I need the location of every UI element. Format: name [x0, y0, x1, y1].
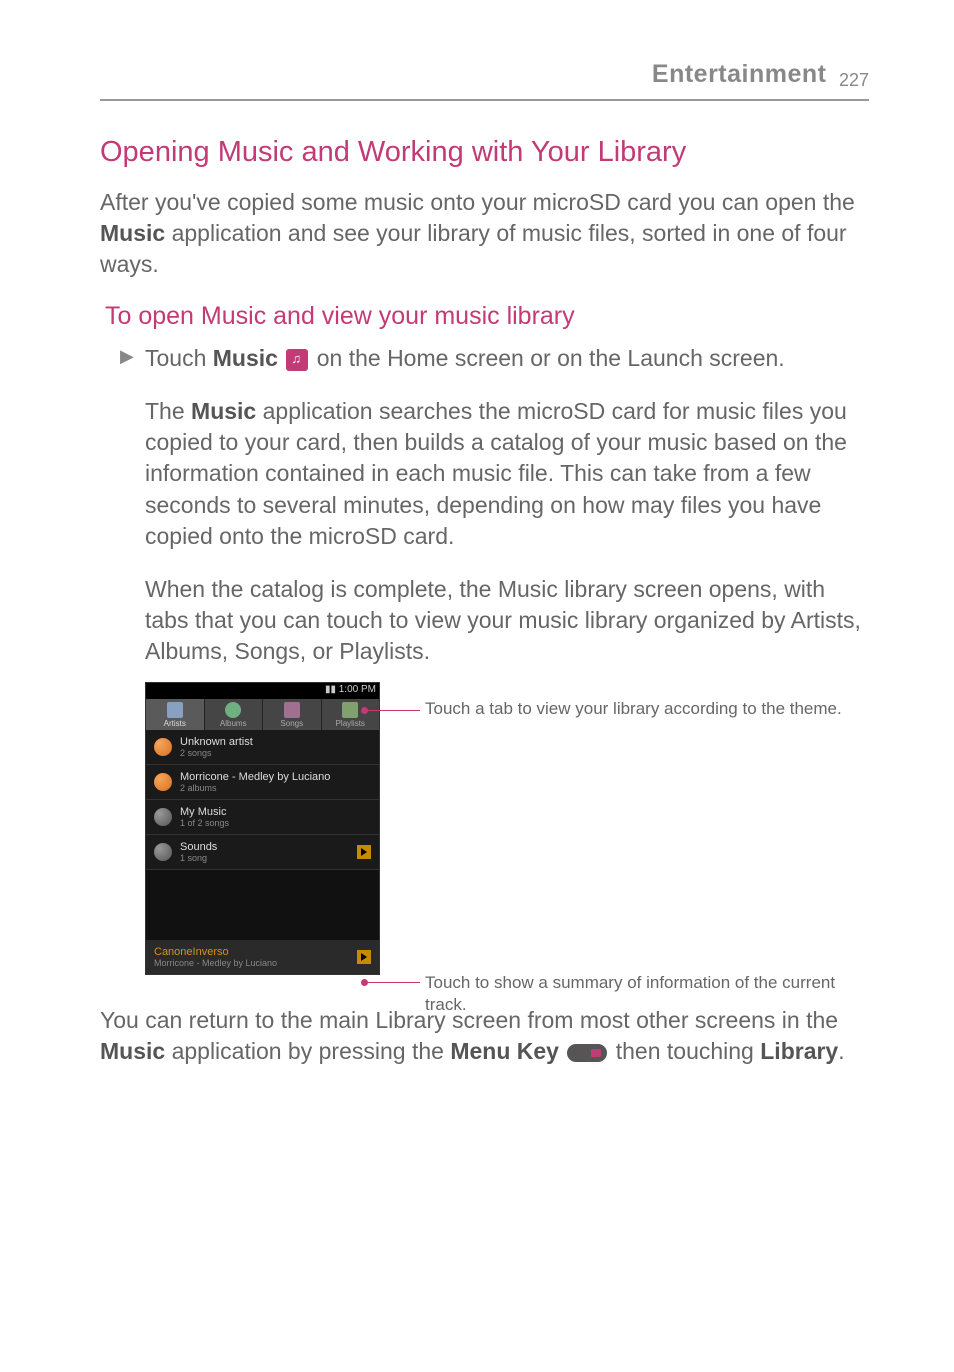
row-subtitle: 1 of 2 songs: [180, 818, 229, 828]
list-item[interactable]: Morricone - Medley by Luciano 2 albums: [146, 765, 379, 800]
tab-artists[interactable]: Artists: [146, 699, 205, 730]
empty-space: [146, 870, 379, 940]
list-text: My Music 1 of 2 songs: [180, 806, 229, 828]
callout-line: [365, 710, 420, 711]
row-title: Morricone - Medley by Luciano: [180, 771, 330, 783]
clock-label: 1:00 PM: [339, 684, 376, 695]
paragraph-2: The Music application searches the micro…: [145, 396, 869, 551]
list-item[interactable]: Unknown artist 2 songs: [146, 730, 379, 765]
album-icon: [154, 843, 172, 861]
text: The: [145, 398, 191, 424]
artists-icon: [167, 702, 183, 718]
track-artist: Morricone - Medley by Luciano: [154, 958, 277, 968]
play-button-icon[interactable]: [357, 950, 371, 964]
text: on the Home screen or on the Launch scre…: [310, 345, 784, 371]
text: After you've copied some music onto your…: [100, 189, 855, 215]
row-subtitle: 2 albums: [180, 783, 330, 793]
intro-paragraph: After you've copied some music onto your…: [100, 187, 869, 280]
main-heading: Opening Music and Working with Your Libr…: [100, 136, 869, 169]
albums-icon: [225, 702, 241, 718]
text: Touch: [145, 345, 213, 371]
list-item[interactable]: My Music 1 of 2 songs: [146, 800, 379, 835]
album-icon: [154, 808, 172, 826]
bullet-block: ▶ Touch Music on the Home screen or on t…: [145, 343, 869, 666]
tab-playlists[interactable]: Playlists: [322, 699, 380, 730]
now-playing-text: CanoneInverso Morricone - Medley by Luci…: [154, 946, 277, 968]
row-title: Sounds: [180, 841, 217, 853]
text: then touching: [609, 1038, 760, 1064]
tab-label: Songs: [263, 719, 321, 728]
menu-key-icon: [567, 1044, 607, 1062]
phone-screenshot: ▮▮ 1:00 PM Artists Albums Songs Playlist…: [145, 682, 380, 975]
music-word: Music: [100, 220, 165, 246]
now-playing-bar[interactable]: CanoneInverso Morricone - Medley by Luci…: [146, 940, 379, 974]
callout-line: [365, 982, 420, 983]
tab-label: Playlists: [322, 719, 380, 728]
page-number: 227: [839, 70, 869, 90]
music-word: Music: [100, 1038, 165, 1064]
callout-1: Touch a tab to view your library accordi…: [425, 698, 869, 720]
bullet-line: Touch Music on the Home screen or on the…: [145, 343, 869, 374]
music-app-icon: [286, 349, 308, 371]
menu-key-word: Menu Key: [450, 1038, 559, 1064]
callout-2: Touch to show a summary of information o…: [425, 972, 869, 1016]
songs-icon: [284, 702, 300, 718]
list-text: Sounds 1 song: [180, 841, 217, 863]
status-bar: ▮▮ 1:00 PM: [146, 683, 379, 699]
expand-icon: [154, 773, 172, 791]
tab-row: Artists Albums Songs Playlists: [146, 699, 379, 730]
screenshot-section: ▮▮ 1:00 PM Artists Albums Songs Playlist…: [145, 682, 869, 975]
page-header: Entertainment 227: [100, 60, 869, 101]
text: .: [838, 1038, 844, 1064]
music-word: Music: [213, 345, 278, 371]
play-indicator-icon: [357, 845, 371, 859]
tab-songs[interactable]: Songs: [263, 699, 322, 730]
callouts-area: Touch a tab to view your library accordi…: [380, 682, 869, 975]
sub-heading: To open Music and view your music librar…: [105, 302, 869, 331]
row-title: Unknown artist: [180, 736, 253, 748]
tab-label: Artists: [146, 719, 204, 728]
row-subtitle: 2 songs: [180, 748, 253, 758]
bullet-arrow-icon: ▶: [120, 346, 134, 367]
tab-albums[interactable]: Albums: [205, 699, 264, 730]
section-title: Entertainment: [652, 60, 827, 88]
music-word: Music: [191, 398, 256, 424]
signal-icon: ▮▮: [325, 684, 339, 695]
paragraph-3: When the catalog is complete, the Music …: [145, 574, 869, 667]
text: application by pressing the: [165, 1038, 450, 1064]
list-text: Morricone - Medley by Luciano 2 albums: [180, 771, 330, 793]
tab-label: Albums: [205, 719, 263, 728]
library-word: Library: [760, 1038, 838, 1064]
playlists-icon: [342, 702, 358, 718]
row-subtitle: 1 song: [180, 853, 217, 863]
list-text: Unknown artist 2 songs: [180, 736, 253, 758]
expand-icon: [154, 738, 172, 756]
text: application and see your library of musi…: [100, 220, 847, 277]
list-item[interactable]: Sounds 1 song: [146, 835, 379, 870]
track-title: CanoneInverso: [154, 946, 277, 958]
row-title: My Music: [180, 806, 229, 818]
